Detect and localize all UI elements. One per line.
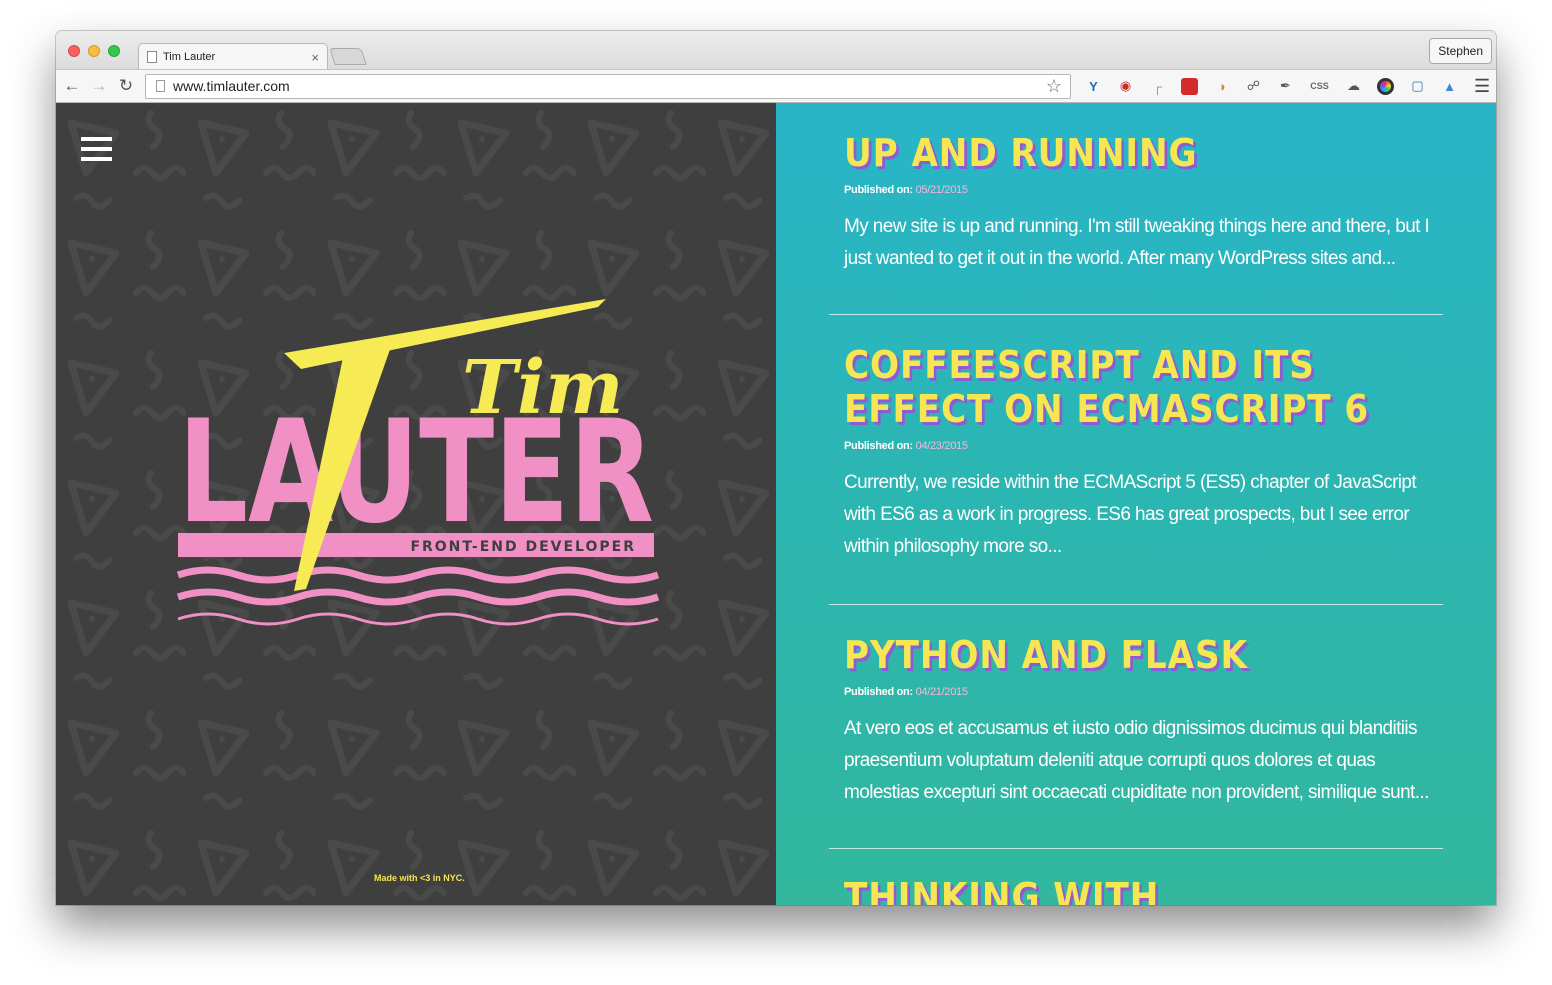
- sidebar-panel: LAUTER FRONT-END DEVELOPER Tim Made with…: [56, 103, 776, 905]
- published-label: Published on:: [844, 184, 913, 196]
- post-item: PYTHON AND FLASK Published on: 04/21/201…: [829, 633, 1443, 849]
- browser-tab[interactable]: Tim Lauter ×: [138, 43, 328, 70]
- post-meta: Published on: 04/23/2015: [844, 440, 1443, 452]
- post-title[interactable]: UP AND RUNNING: [844, 131, 1383, 175]
- page-icon: [156, 80, 165, 92]
- extension-y-icon[interactable]: Y: [1083, 76, 1104, 97]
- extension-eyedropper-icon[interactable]: ✒: [1275, 76, 1296, 97]
- post-date: 04/21/2015: [915, 686, 968, 698]
- footer-credit: Made with <3 in NYC.: [374, 873, 465, 883]
- extension-screenshot-icon[interactable]: ▢: [1407, 76, 1428, 97]
- browser-menu-icon[interactable]: ☰: [1474, 76, 1490, 97]
- svg-text:Tim: Tim: [462, 345, 623, 431]
- extension-evernote-icon[interactable]: ☍: [1243, 76, 1264, 97]
- reload-icon[interactable]: ↻: [115, 75, 137, 97]
- address-bar[interactable]: www.timlauter.com ☆: [145, 73, 1071, 99]
- profile-button[interactable]: Stephen: [1429, 38, 1492, 64]
- extension-red-square-icon[interactable]: [1179, 76, 1200, 97]
- browser-toolbar: ← → ↻ www.timlauter.com ☆ Y ◉ ┌ ◑ ☍ ✒ CS…: [56, 69, 1496, 103]
- post-title[interactable]: THINKING WITH JAVASCRIPT: [844, 875, 1383, 905]
- extension-color-wheel-icon[interactable]: [1375, 76, 1396, 97]
- post-excerpt: At vero eos et accusamus et iusto odio d…: [844, 718, 1429, 803]
- site-logo: LAUTER FRONT-END DEVELOPER Tim: [176, 299, 660, 626]
- published-label: Published on:: [844, 440, 913, 452]
- extension-ruler-icon[interactable]: ┌: [1147, 76, 1168, 97]
- extension-megaphone-icon[interactable]: ▲: [1439, 76, 1460, 97]
- tab-title: Tim Lauter: [163, 51, 216, 63]
- extension-icons: Y ◉ ┌ ◑ ☍ ✒ CSS ☁ ▢ ▲: [1083, 76, 1460, 97]
- post-item: COFFEESCRIPT AND ITS EFFECT ON ECMASCRIP…: [829, 343, 1443, 605]
- post-item: THINKING WITH JAVASCRIPT: [829, 875, 1443, 905]
- forward-arrow-icon[interactable]: →: [88, 75, 110, 97]
- tab-strip: Tim Lauter × Stephen: [56, 31, 1496, 70]
- minimize-window-button[interactable]: [88, 45, 100, 57]
- bookmark-star-icon[interactable]: ☆: [1046, 76, 1062, 97]
- post-date: 05/21/2015: [915, 184, 968, 196]
- page-icon: [147, 51, 157, 63]
- url-text[interactable]: www.timlauter.com: [173, 78, 1046, 94]
- tab-close-icon[interactable]: ×: [311, 50, 319, 65]
- new-tab-button[interactable]: [329, 48, 367, 65]
- page-content: LAUTER FRONT-END DEVELOPER Tim Made with…: [56, 103, 1496, 905]
- post-meta: Published on: 04/21/2015: [844, 686, 1443, 698]
- post-title[interactable]: PYTHON AND FLASK: [844, 633, 1383, 677]
- post-meta: Published on: 05/21/2015: [844, 184, 1443, 196]
- extension-off-icon[interactable]: ◑: [1211, 76, 1232, 97]
- published-label: Published on:: [844, 686, 913, 698]
- extension-cloud-icon[interactable]: ☁: [1343, 76, 1364, 97]
- close-window-button[interactable]: [68, 45, 80, 57]
- svg-text:FRONT-END DEVELOPER: FRONT-END DEVELOPER: [410, 539, 636, 555]
- browser-window: Tim Lauter × Stephen ← → ↻ www.timlauter…: [56, 31, 1496, 905]
- extension-stop-icon[interactable]: ◉: [1115, 76, 1136, 97]
- window-controls: [68, 45, 120, 57]
- post-excerpt: Currently, we reside within the ECMAScri…: [844, 472, 1417, 557]
- post-list: UP AND RUNNING Published on: 05/21/2015 …: [776, 103, 1496, 905]
- post-item: UP AND RUNNING Published on: 05/21/2015 …: [829, 131, 1443, 315]
- zoom-window-button[interactable]: [108, 45, 120, 57]
- post-excerpt: My new site is up and running. I'm still…: [844, 216, 1430, 269]
- post-title[interactable]: COFFEESCRIPT AND ITS EFFECT ON ECMASCRIP…: [844, 343, 1383, 431]
- back-arrow-icon[interactable]: ←: [61, 75, 83, 97]
- post-date: 04/23/2015: [915, 440, 968, 452]
- extension-css-icon[interactable]: CSS: [1307, 76, 1332, 97]
- menu-hamburger-icon[interactable]: [81, 137, 112, 162]
